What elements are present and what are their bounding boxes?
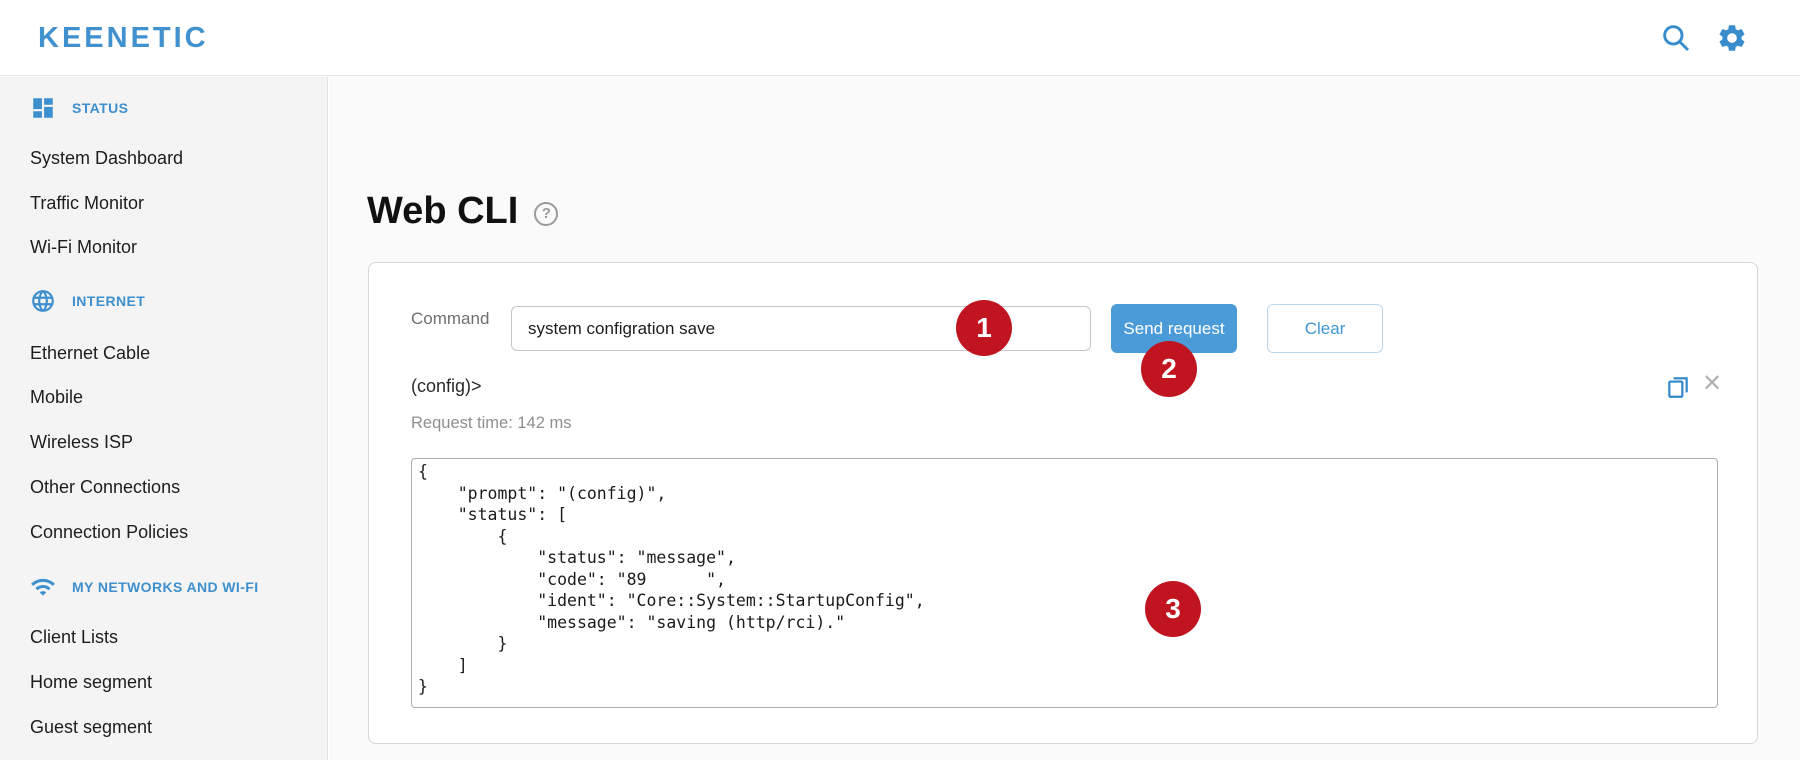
help-icon[interactable]: ? [534,201,559,226]
sidebar-item-wifi-monitor[interactable]: Wi-Fi Monitor [30,237,137,258]
sidebar-section-my-networks[interactable]: MY NETWORKS AND WI-FI [30,574,259,600]
sidebar-item-mobile[interactable]: Mobile [30,387,83,408]
keenetic-logo: KEENETIC [38,22,209,54]
annotation-badge-2: 2 [1141,341,1197,397]
page-title-row: Web CLI ? [367,190,559,233]
request-time: Request time: 142 ms [411,414,572,432]
sidebar-section-label: STATUS [72,100,129,116]
search-icon[interactable] [1660,22,1692,54]
command-label: Command [411,309,490,328]
sidebar-item-client-lists[interactable]: Client Lists [30,627,118,648]
sidebar-section-label: INTERNET [72,293,146,309]
copy-icon[interactable] [1665,374,1691,400]
sidebar-item-connection-policies[interactable]: Connection Policies [30,522,188,543]
cli-prompt: (config)> [411,376,482,396]
annotation-badge-1: 1 [956,300,1012,356]
sidebar-item-system-dashboard[interactable]: System Dashboard [30,148,183,169]
dashboard-icon [33,98,53,118]
sidebar-item-ethernet-cable[interactable]: Ethernet Cable [30,343,150,364]
sidebar-nav: STATUS System Dashboard Traffic Monitor … [0,77,328,760]
clear-button[interactable]: Clear [1267,304,1383,353]
webcli-card: Command Send request Clear (config)> ✕ R… [368,262,1758,744]
annotation-badge-3: 3 [1145,581,1201,637]
gear-icon[interactable] [1716,22,1748,54]
sidebar-section-internet[interactable]: INTERNET [30,288,145,314]
top-header: KEENETIC [0,0,1800,76]
sidebar-item-other-connections[interactable]: Other Connections [30,477,180,498]
sidebar-item-wireless-isp[interactable]: Wireless ISP [30,432,133,453]
globe-icon [32,290,54,312]
sidebar-item-guest-segment[interactable]: Guest segment [30,717,152,738]
close-icon[interactable]: ✕ [1699,371,1725,397]
sidebar-section-label: MY NETWORKS AND WI-FI [72,579,259,595]
wifi-icon [31,578,55,596]
main-content: Web CLI ? Parse REST Command Send reques… [329,77,1800,760]
sidebar-section-status[interactable]: STATUS [30,95,128,121]
sidebar-item-home-segment[interactable]: Home segment [30,672,152,693]
page-title: Web CLI [367,190,519,232]
sidebar-item-traffic-monitor[interactable]: Traffic Monitor [30,193,144,214]
cli-output: { "prompt": "(config)", "status": [ { "s… [411,458,1718,708]
